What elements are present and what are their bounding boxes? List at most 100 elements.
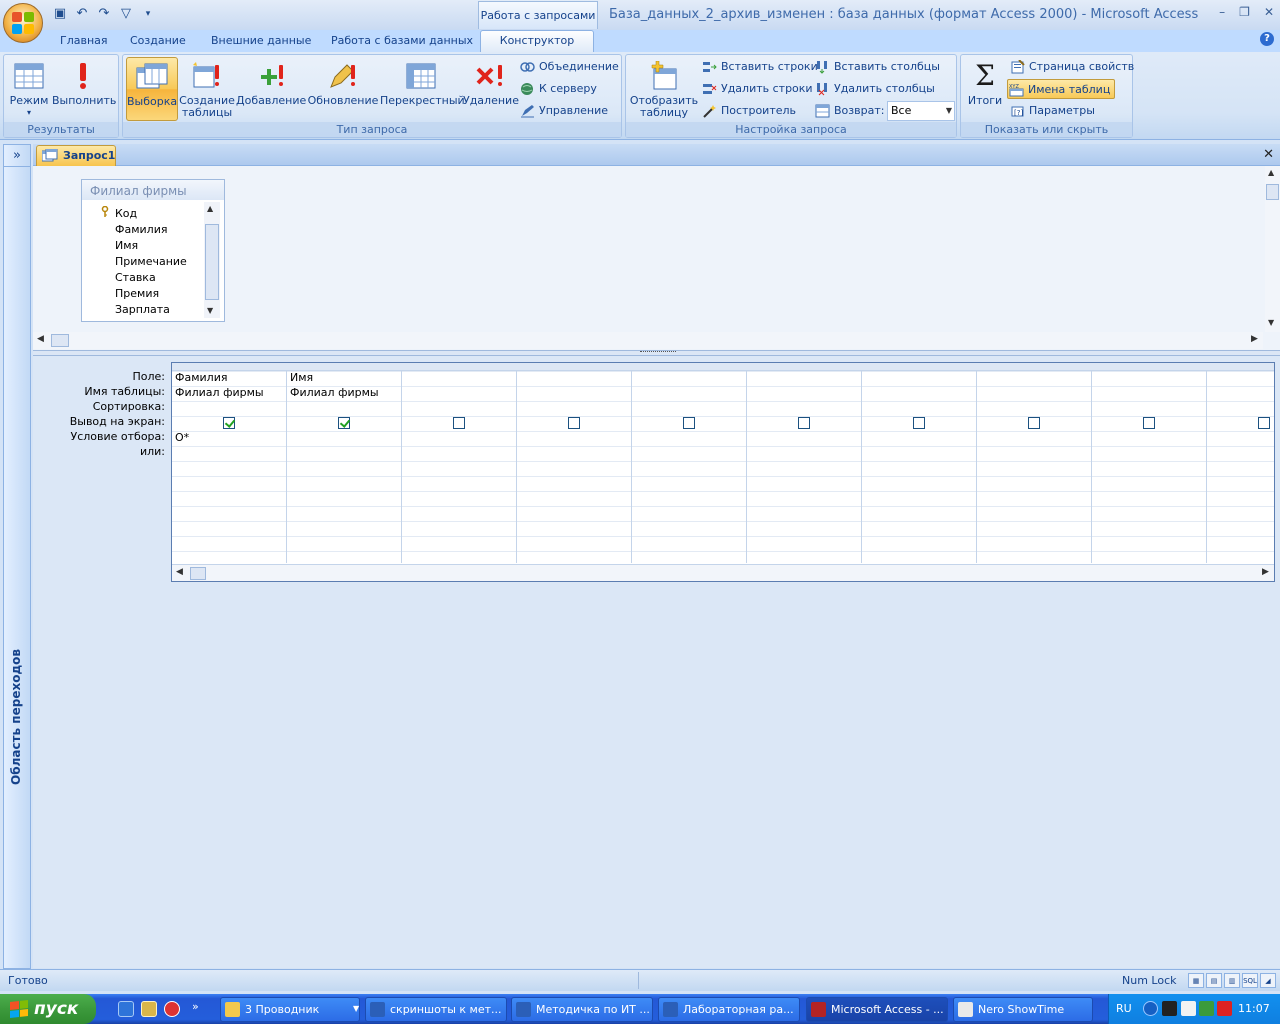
- grid-column[interactable]: [1092, 363, 1207, 563]
- column-selector[interactable]: [1207, 363, 1274, 371]
- customize-qat-icon[interactable]: ▾: [140, 6, 156, 22]
- builder-button[interactable]: Построитель: [701, 101, 796, 121]
- filter-icon[interactable]: ▽: [118, 6, 134, 22]
- taskbar-button[interactable]: Microsoft Access - ...: [806, 997, 948, 1022]
- tab-query1[interactable]: Запрос1: [36, 145, 116, 166]
- field-list-scrollbar[interactable]: ▲ ▼: [204, 202, 220, 318]
- field-item[interactable]: Примечание: [115, 254, 187, 270]
- grid-column[interactable]: [632, 363, 747, 563]
- grid-column[interactable]: [1207, 363, 1274, 563]
- taskbar-button[interactable]: 3 Проводник: [220, 997, 360, 1022]
- taskbar-button[interactable]: Методичка по ИТ ...: [511, 997, 653, 1022]
- show-checkbox[interactable]: [1028, 417, 1040, 429]
- datasheet-view-icon[interactable]: ▦: [1188, 973, 1204, 988]
- field-item[interactable]: Имя: [115, 238, 138, 254]
- group-dropdown-icon[interactable]: ▼: [353, 1004, 359, 1013]
- insert-rows-button[interactable]: Вставить строки: [701, 57, 818, 77]
- view-mode-button[interactable]: Режим ▾: [7, 57, 51, 121]
- delete-query-button[interactable]: Удаление: [463, 57, 519, 121]
- tab-create[interactable]: Создание: [124, 32, 192, 52]
- tray-app-icon[interactable]: [1162, 1001, 1177, 1016]
- pivotchart-view-icon[interactable]: ▥: [1224, 973, 1240, 988]
- scroll-down-icon[interactable]: ▼: [1268, 318, 1274, 327]
- update-query-button[interactable]: Обновление: [307, 57, 379, 121]
- tab-design[interactable]: Конструктор: [480, 30, 594, 53]
- data-definition-button[interactable]: Управление: [519, 101, 608, 121]
- nav-pane-toggle-icon[interactable]: »: [4, 145, 30, 167]
- tray-app-icon[interactable]: [1181, 1001, 1196, 1016]
- scroll-left-icon[interactable]: ◀: [176, 567, 183, 577]
- scroll-down-icon[interactable]: ▼: [207, 306, 213, 315]
- column-selector[interactable]: [172, 363, 287, 371]
- column-selector[interactable]: [632, 363, 747, 371]
- scroll-up-icon[interactable]: ▲: [1268, 168, 1274, 177]
- column-selector[interactable]: [862, 363, 977, 371]
- redo-icon[interactable]: ↷: [96, 6, 112, 22]
- tray-expand-icon[interactable]: [1143, 1001, 1158, 1016]
- nav-pane-label[interactable]: Область переходов: [9, 649, 23, 785]
- scroll-up-icon[interactable]: ▲: [207, 204, 213, 213]
- scroll-right-icon[interactable]: ▶: [1262, 567, 1269, 577]
- scroll-right-icon[interactable]: ▶: [1251, 334, 1258, 344]
- return-select[interactable]: Все ▼: [887, 101, 955, 121]
- quicklaunch-expand-icon[interactable]: »: [192, 1000, 199, 1013]
- crosstab-query-button[interactable]: Перекрестный: [380, 57, 465, 121]
- show-checkbox[interactable]: [1258, 417, 1270, 429]
- show-checkbox[interactable]: [1143, 417, 1155, 429]
- parameters-button[interactable]: [?] Параметры: [1009, 101, 1095, 121]
- field-item[interactable]: Ставка: [115, 270, 156, 286]
- grid-field-cell[interactable]: Фамилия: [175, 371, 227, 384]
- help-icon[interactable]: ?: [1260, 32, 1274, 46]
- save-icon[interactable]: ▣: [52, 6, 68, 22]
- show-checkbox[interactable]: [568, 417, 580, 429]
- show-checkbox[interactable]: [223, 417, 235, 429]
- field-list-title[interactable]: Филиал фирмы: [82, 180, 224, 200]
- tray-antivirus-icon[interactable]: [1217, 1001, 1232, 1016]
- field-list-window[interactable]: Филиал фирмы Код Фамилия Имя Примечание …: [81, 179, 225, 322]
- scroll-left-icon[interactable]: ◀: [37, 334, 44, 344]
- show-checkbox[interactable]: [338, 417, 350, 429]
- field-item[interactable]: Фамилия: [115, 222, 167, 238]
- media-quicklaunch-icon[interactable]: [164, 1001, 180, 1017]
- table-names-button[interactable]: XYZ Имена таблиц: [1007, 79, 1116, 99]
- pivottable-view-icon[interactable]: ▤: [1206, 973, 1222, 988]
- show-checkbox[interactable]: [453, 417, 465, 429]
- grid-column[interactable]: [517, 363, 632, 563]
- field-item[interactable]: Премия: [115, 286, 159, 302]
- tab-database-tools[interactable]: Работа с базами данных: [325, 32, 479, 52]
- column-selector[interactable]: [1092, 363, 1207, 371]
- taskbar-button[interactable]: скриншоты к мет...: [365, 997, 507, 1022]
- sql-view-icon[interactable]: SQL: [1242, 973, 1258, 988]
- ie-quicklaunch-icon[interactable]: [118, 1001, 134, 1017]
- delete-rows-button[interactable]: Удалить строки: [701, 79, 813, 99]
- scroll-thumb[interactable]: [190, 567, 206, 580]
- grid-criteria-cell[interactable]: O*: [175, 431, 189, 444]
- field-item[interactable]: Код: [115, 206, 137, 222]
- language-indicator[interactable]: RU: [1116, 1002, 1132, 1015]
- grid-horizontal-scrollbar[interactable]: ◀ ▶: [172, 564, 1274, 581]
- column-selector[interactable]: [402, 363, 517, 371]
- show-checkbox[interactable]: [913, 417, 925, 429]
- grid-column[interactable]: [862, 363, 977, 563]
- grid-column[interactable]: Имя Филиал фирмы: [287, 363, 402, 563]
- grid-column[interactable]: [977, 363, 1092, 563]
- totals-button[interactable]: Σ Итоги: [964, 57, 1006, 121]
- grid-table-cell[interactable]: Филиал фирмы: [175, 386, 264, 399]
- tray-network-icon[interactable]: [1199, 1001, 1214, 1016]
- close-icon[interactable]: ✕: [1264, 5, 1274, 19]
- delete-columns-button[interactable]: Удалить столбцы: [814, 79, 935, 99]
- column-selector[interactable]: [287, 363, 402, 371]
- passthrough-query-button[interactable]: К серверу: [519, 79, 597, 99]
- splitter-grip-icon[interactable]: [640, 351, 676, 354]
- grid-table-cell[interactable]: Филиал фирмы: [290, 386, 379, 399]
- insert-columns-button[interactable]: Вставить столбцы: [814, 57, 940, 77]
- design-view-icon[interactable]: ◢: [1260, 973, 1276, 988]
- show-table-button[interactable]: Отобразить таблицу: [629, 57, 699, 121]
- run-button[interactable]: Выполнить: [52, 57, 116, 121]
- column-selector[interactable]: [747, 363, 862, 371]
- union-query-button[interactable]: Объединение: [519, 57, 619, 77]
- grid-column[interactable]: [747, 363, 862, 563]
- grid-column[interactable]: Фамилия Филиал фирмы O*: [172, 363, 287, 563]
- grid-column[interactable]: [402, 363, 517, 563]
- restore-icon[interactable]: ❐: [1239, 5, 1250, 19]
